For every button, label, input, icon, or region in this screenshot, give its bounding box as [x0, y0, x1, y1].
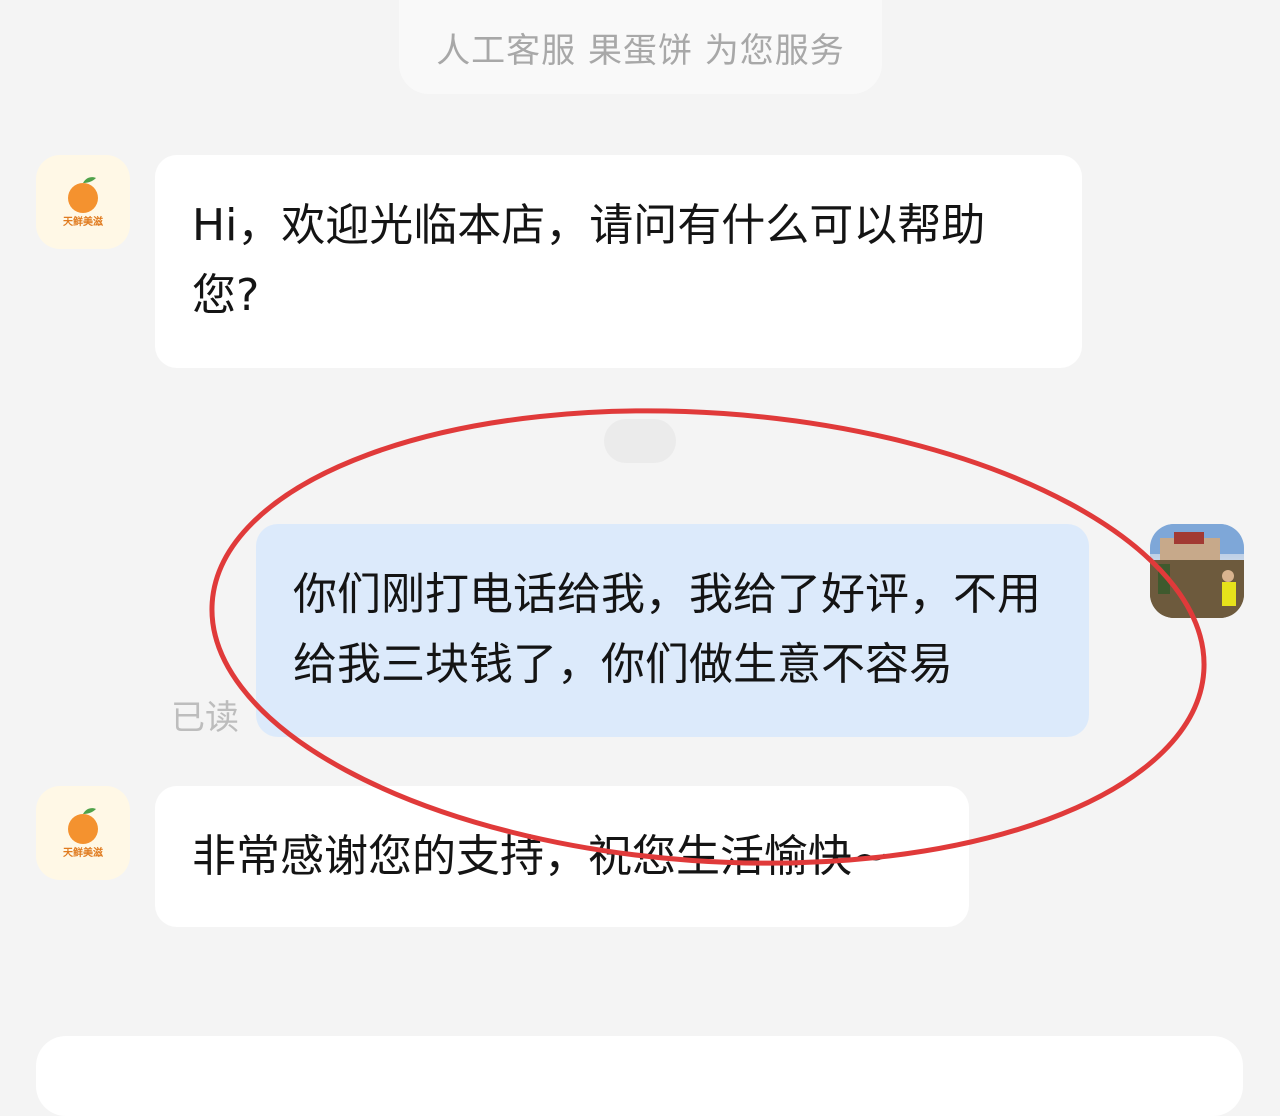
message-input-bar[interactable]: [36, 1036, 1243, 1116]
shop-avatar[interactable]: 天鲜美滋: [36, 155, 130, 249]
orange-logo-icon: [68, 177, 98, 213]
orange-logo-icon: [68, 808, 98, 844]
message-text: 你们刚打电话给我，我给了好评，不用给我三块钱了，你们做生意不容易: [293, 569, 1041, 690]
user-avatar[interactable]: [1150, 524, 1244, 618]
shop-logo-text: 天鲜美滋: [63, 217, 103, 228]
timestamp-pill: [604, 419, 676, 463]
shop-logo-text: 天鲜美滋: [63, 848, 103, 859]
message-bubble-user[interactable]: 你们刚打电话给我，我给了好评，不用给我三块钱了，你们做生意不容易: [256, 524, 1089, 737]
shop-avatar[interactable]: 天鲜美滋: [36, 786, 130, 880]
message-bubble-shop-thanks[interactable]: 非常感谢您的支持，祝您生活愉快~: [155, 786, 969, 927]
message-bubble-shop-greeting[interactable]: Hi，欢迎光临本店，请问有什么可以帮助您?: [155, 155, 1082, 368]
service-agent-banner: 人工客服 果蛋饼 为您服务: [399, 0, 882, 94]
message-text: Hi，欢迎光临本店，请问有什么可以帮助您?: [192, 200, 986, 321]
user-photo-icon: [1150, 524, 1244, 618]
message-text: 非常感谢您的支持，祝您生活愉快~: [192, 831, 889, 882]
read-status: 已读: [171, 698, 239, 738]
